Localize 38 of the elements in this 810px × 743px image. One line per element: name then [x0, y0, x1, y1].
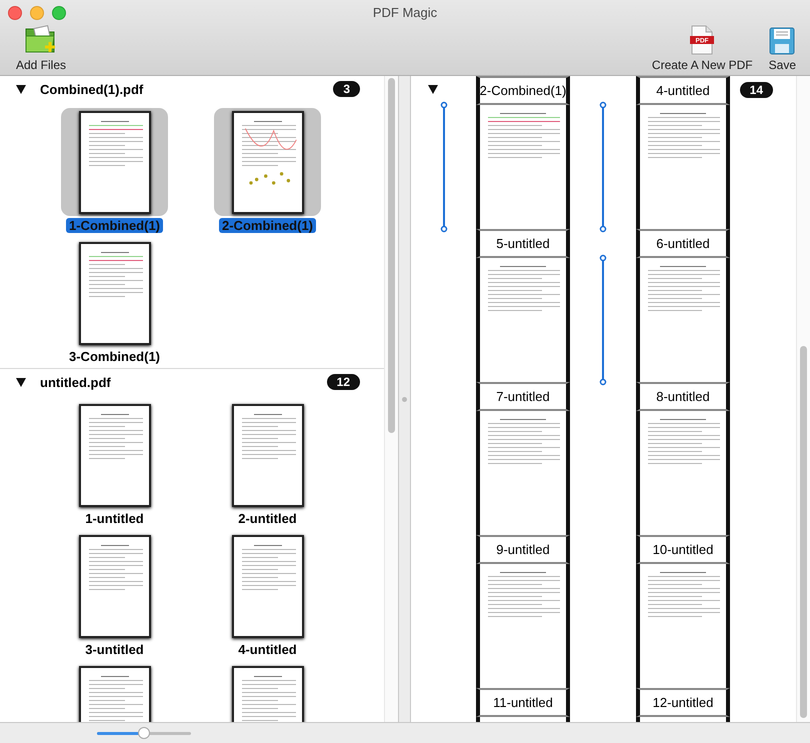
page-label: 4-untitled — [636, 76, 730, 105]
page-label: 2-untitled — [237, 511, 298, 526]
page-label: 3-Combined(1) — [68, 349, 161, 364]
disclosure-triangle-icon[interactable] — [428, 85, 438, 94]
page-label: 4-untitled — [237, 642, 298, 657]
save-button[interactable]: Save — [760, 27, 804, 72]
zoom-slider[interactable] — [97, 727, 191, 739]
page-label: 8-untitled — [636, 382, 730, 411]
page-label: 2-Combined(1) — [476, 76, 570, 105]
scrollbar-thumb[interactable] — [388, 78, 395, 433]
page-count-badge: 12 — [326, 374, 360, 390]
thumbnail-selection[interactable] — [214, 108, 321, 216]
link-connector[interactable] — [599, 101, 607, 233]
page-count-badge: 14 — [740, 82, 773, 98]
window-title: PDF Magic — [372, 4, 438, 20]
disclosure-triangle-icon[interactable] — [16, 84, 26, 94]
disclosure-triangle-icon[interactable] — [16, 378, 26, 386]
scrollbar-thumb[interactable] — [800, 346, 807, 718]
page-label: 5-untitled — [476, 229, 570, 258]
splitter-handle[interactable] — [402, 396, 407, 402]
link-connector[interactable] — [440, 101, 448, 233]
file-name: untitled.pdf — [40, 374, 112, 390]
link-connector[interactable] — [599, 254, 607, 386]
page-count-badge: 3 — [333, 81, 360, 97]
page-label: 1-Combined(1) — [66, 218, 163, 233]
page-label: 9-untitled — [476, 535, 570, 564]
page-label: 6-untitled — [636, 229, 730, 258]
page-label: 12-untitled — [636, 688, 730, 717]
page-label: 10-untitled — [636, 535, 730, 564]
thumbnail-selection[interactable] — [61, 108, 168, 216]
page-label: 1-untitled — [84, 511, 145, 526]
page-label: 3-untitled — [84, 642, 145, 657]
file-name: Combined(1).pdf — [40, 82, 144, 96]
close-button[interactable] — [8, 6, 22, 20]
page-label: 11-untitled — [476, 688, 570, 717]
add-files-button[interactable]: Add Files — [8, 23, 74, 72]
page-label: 2-Combined(1) — [219, 218, 316, 233]
page-label: 7-untitled — [476, 382, 570, 411]
